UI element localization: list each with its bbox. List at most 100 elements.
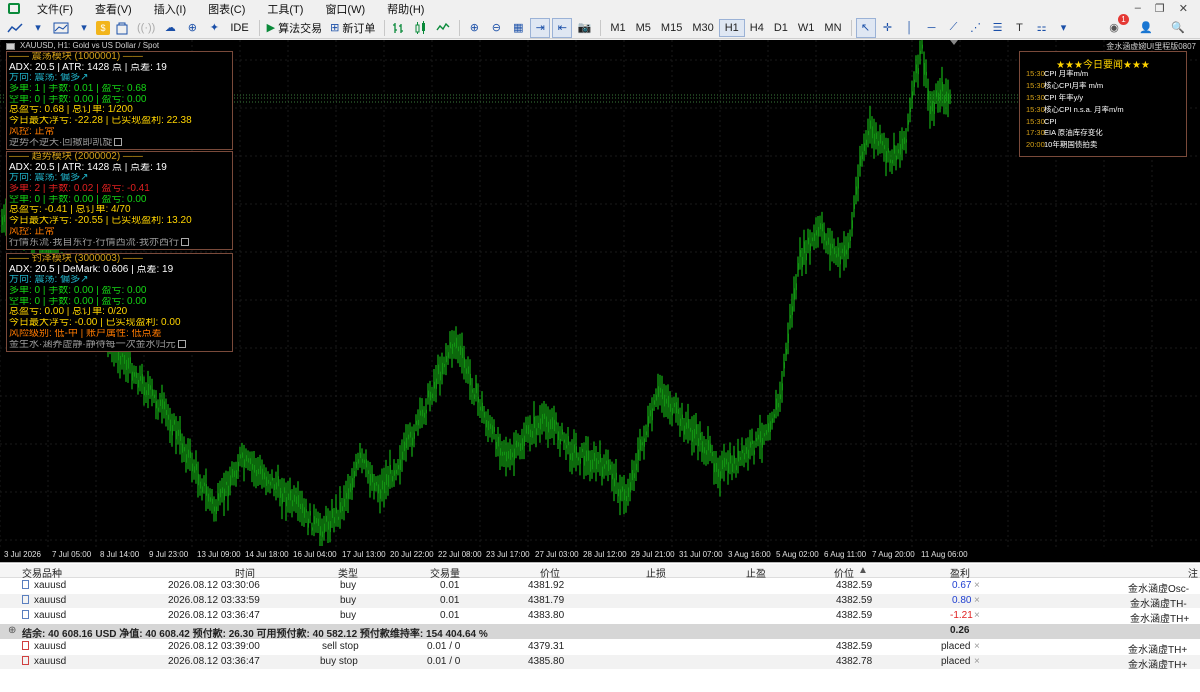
timeframe-m1[interactable]: M1 [605, 19, 630, 37]
candle-body [329, 521, 331, 533]
zoom-out-icon[interactable]: ⊖ [486, 18, 506, 38]
line-chart-icon[interactable] [433, 18, 453, 38]
notifications-icon[interactable]: ◉ 1 [1104, 13, 1129, 38]
horizontal-line-icon[interactable]: ─ [922, 18, 942, 38]
channel-icon[interactable]: ⋰ [966, 18, 986, 38]
menu-window[interactable]: 窗口(W) [314, 1, 376, 17]
cloud-icon[interactable]: ☁ [160, 18, 180, 38]
restore-icon[interactable]: ❐ [1155, 2, 1165, 15]
col-tp[interactable]: 止盈 [746, 565, 766, 580]
close-icon[interactable]: ✕ [1179, 2, 1188, 15]
strategy-tester-icon[interactable]: ✦ [204, 18, 224, 38]
expand-icon[interactable]: ⊕ [8, 625, 16, 636]
position-row[interactable]: xauusd 2026.08.12 03:30:06 buy 0.01 4381… [0, 579, 1200, 595]
timeframe-w1[interactable]: W1 [793, 19, 820, 37]
candle-body [275, 482, 277, 490]
auto-scroll-icon[interactable]: ⇥ [530, 17, 551, 38]
col-sl[interactable]: 止损 [646, 565, 666, 580]
position-row[interactable]: xauusd 2026.08.12 03:33:59 buy 0.01 4381… [0, 594, 1200, 610]
ide-button[interactable]: IDE [226, 18, 252, 38]
dropdown-arrow-icon[interactable]: ▾ [1054, 18, 1074, 38]
position-row[interactable]: xauusd 2026.08.12 03:36:47 buy 0.01 4383… [0, 609, 1200, 625]
candle-body [181, 443, 183, 453]
screenshot-icon[interactable]: 📷 [574, 18, 594, 38]
fibonacci-icon[interactable]: ☰ [988, 18, 1008, 38]
timeframe-h4[interactable]: H4 [745, 19, 769, 37]
order-row[interactable]: xauusd 2026.08.12 03:36:47 buy stop 0.01… [0, 655, 1200, 671]
timeframe-h1[interactable]: H1 [718, 18, 745, 37]
candle-body [247, 458, 249, 463]
news-item: 15:30 核心CPI n.s.a. 月率m/m [1020, 103, 1186, 115]
zoom-in-icon[interactable]: ⊕ [464, 18, 484, 38]
menu-charts[interactable]: 图表(C) [197, 1, 256, 17]
candle-body [361, 458, 363, 463]
cursor-icon[interactable]: ↖ [855, 17, 876, 38]
candle-body [749, 441, 751, 448]
search-icon[interactable]: 🔍 [1168, 18, 1188, 38]
price-chart[interactable]: XAUUSD, H1: Gold vs US Dollar / Spot 金水涵… [0, 40, 1200, 562]
col-type[interactable]: 类型 [338, 565, 358, 580]
chart-shift-icon[interactable]: ⇤ [552, 17, 573, 38]
close-position-icon[interactable]: × [974, 580, 980, 591]
timeframe-d1[interactable]: D1 [769, 19, 793, 37]
timeframe-m5[interactable]: M5 [631, 19, 656, 37]
chart-shift-marker-icon[interactable] [950, 40, 958, 45]
close-position-icon[interactable]: × [974, 595, 980, 606]
minimize-icon[interactable]: – [1135, 2, 1141, 15]
col-profit[interactable]: 盈利 [950, 565, 970, 580]
candle-body [593, 452, 595, 462]
signal-icon[interactable]: ((·)) [134, 18, 158, 38]
algo-trading-button[interactable]: ▶ 算法交易 [264, 18, 325, 38]
col-price[interactable]: 价位 [540, 565, 560, 580]
panel-line: 空单: 0 | 手数: 0.00 | 盈亏: 0.00 [9, 94, 147, 105]
order-row[interactable]: xauusd 2026.08.12 03:39:00 sell stop 0.0… [0, 640, 1200, 656]
cancel-order-icon[interactable]: × [974, 656, 980, 667]
col-time[interactable]: 时间 [235, 565, 255, 580]
candle-body [157, 407, 159, 412]
account-icon[interactable]: 👤 [1136, 18, 1156, 38]
toggle-icon[interactable] [177, 339, 186, 348]
menu-view[interactable]: 查看(V) [84, 1, 143, 17]
shapes-icon[interactable]: ⚏ [1032, 18, 1052, 38]
candle-body [215, 506, 217, 514]
new-order-button[interactable]: ⊞ 新订单 [327, 18, 378, 38]
candle-body [653, 400, 655, 405]
vps-icon[interactable]: ⊕ [182, 18, 202, 38]
menu-help[interactable]: 帮助(H) [376, 1, 435, 17]
dropdown-arrow-icon[interactable]: ▾ [74, 18, 94, 38]
news-panel: ★★★今日要闻★★★ 15:30 CPI 月率m/m 15:30 核心CPI月率 m… [1019, 51, 1187, 157]
vertical-line-icon[interactable]: │ [900, 18, 920, 38]
toggle-icon[interactable] [114, 137, 123, 146]
candle-body [565, 445, 567, 449]
menu-insert[interactable]: 插入(I) [143, 1, 197, 17]
dropdown-arrow-icon[interactable]: ▾ [28, 18, 48, 38]
menu-tools[interactable]: 工具(T) [256, 1, 314, 17]
candle-body [589, 460, 591, 472]
close-position-icon[interactable]: × [974, 610, 980, 621]
chart-menu-icon[interactable] [6, 43, 15, 50]
col-symbol[interactable]: 交易品种 [22, 565, 62, 580]
col-comment[interactable]: 注 [1188, 565, 1198, 580]
trade-icon[interactable]: $ [96, 20, 110, 35]
cancel-order-icon[interactable]: × [974, 641, 980, 652]
candle-body [237, 461, 239, 472]
trend-line-icon[interactable]: ⟋ [944, 18, 964, 38]
timeframe-m30[interactable]: M30 [687, 19, 718, 37]
timeframe-m15[interactable]: M15 [656, 19, 687, 37]
crosshair-icon[interactable]: ✛ [878, 18, 898, 38]
time-axis-label: 29 Jul 21:00 [631, 550, 675, 559]
toggle-icon[interactable] [181, 237, 189, 246]
text-tool-icon[interactable]: T [1010, 18, 1030, 38]
bar-chart-icon[interactable] [389, 18, 409, 38]
time-axis-label: 31 Jul 07:00 [679, 550, 723, 559]
templates-icon[interactable] [50, 18, 72, 38]
timeframe-mn[interactable]: MN [819, 19, 846, 37]
col-current-price[interactable]: 价位 [834, 565, 854, 580]
chart-type-icon[interactable] [4, 18, 26, 38]
grid-icon[interactable]: ▦ [508, 18, 528, 38]
candle-body [551, 417, 553, 430]
navigator-icon[interactable] [112, 18, 132, 38]
col-volume[interactable]: 交易量 [430, 565, 460, 580]
candlestick-icon[interactable] [411, 18, 431, 38]
menu-file[interactable]: 文件(F) [26, 1, 84, 17]
